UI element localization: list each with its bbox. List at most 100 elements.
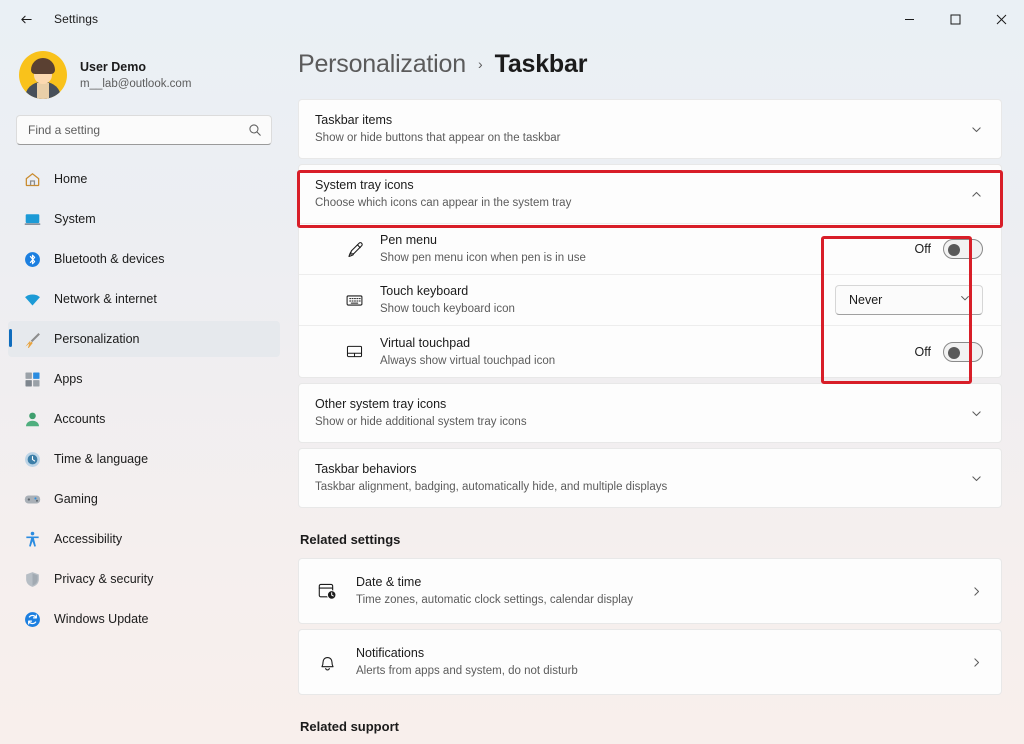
- row-virtual-touchpad: Virtual touchpad Always show virtual tou…: [299, 326, 1001, 377]
- chevron-right-icon: [970, 585, 983, 598]
- pen-menu-toggle[interactable]: [943, 239, 983, 259]
- sidebar-item-label: System: [54, 212, 96, 226]
- gamepad-icon: [24, 491, 41, 508]
- dropdown-value: Never: [849, 293, 882, 307]
- accessibility-icon: [24, 531, 41, 548]
- profile-email: m__lab@outlook.com: [80, 76, 191, 92]
- chevron-right-icon: [970, 656, 983, 669]
- sidebar-item-label: Time & language: [54, 452, 148, 466]
- sidebar: User Demo m__lab@outlook.com Home: [0, 38, 288, 744]
- system-icon: [24, 211, 41, 228]
- shield-icon: [24, 571, 41, 588]
- sidebar-item-windows-update[interactable]: Windows Update: [8, 601, 280, 637]
- sidebar-item-label: Privacy & security: [54, 572, 153, 586]
- app-title: Settings: [54, 12, 98, 26]
- chevron-down-icon: [970, 123, 983, 136]
- bluetooth-icon: [24, 251, 41, 268]
- window-controls: [886, 0, 1024, 38]
- app-shell: User Demo m__lab@outlook.com Home: [0, 38, 1024, 744]
- back-button[interactable]: [8, 4, 44, 34]
- sidebar-item-bluetooth-devices[interactable]: Bluetooth & devices: [8, 241, 280, 277]
- nav-list: Home System Bluetooth: [8, 159, 280, 637]
- card-subtitle: Taskbar alignment, badging, automaticall…: [315, 479, 970, 495]
- card-notifications: Notifications Alerts from apps and syste…: [298, 629, 1002, 695]
- close-icon: [996, 14, 1007, 25]
- card-taskbar-items: Taskbar items Show or hide buttons that …: [298, 99, 1002, 159]
- virtual-touchpad-toggle[interactable]: [943, 342, 983, 362]
- maximize-button[interactable]: [932, 0, 978, 38]
- user-profile[interactable]: User Demo m__lab@outlook.com: [8, 38, 280, 115]
- clock-icon: [24, 451, 41, 468]
- search-icon: [248, 123, 262, 137]
- toggle-state-label: Off: [915, 345, 931, 359]
- sidebar-item-system[interactable]: System: [8, 201, 280, 237]
- sidebar-item-personalization[interactable]: Personalization: [8, 321, 280, 357]
- pen-menu-toggle-group: Off: [915, 239, 983, 259]
- breadcrumb: Personalization › Taskbar: [298, 38, 1002, 99]
- link-date-time[interactable]: Date & time Time zones, automatic clock …: [299, 559, 1001, 623]
- title-bar: Settings: [0, 0, 1024, 38]
- card-taskbar-behaviors: Taskbar behaviors Taskbar alignment, bad…: [298, 448, 1002, 508]
- expander-other-system-tray-icons[interactable]: Other system tray icons Show or hide add…: [299, 384, 1001, 442]
- content-pane: Personalization › Taskbar Taskbar items …: [288, 38, 1024, 744]
- search-input[interactable]: [28, 123, 248, 137]
- sidebar-item-label: Bluetooth & devices: [54, 252, 165, 266]
- sidebar-item-time-language[interactable]: Time & language: [8, 441, 280, 477]
- close-button[interactable]: [978, 0, 1024, 38]
- date-time-icon: [315, 581, 339, 602]
- row-pen-menu: Pen menu Show pen menu icon when pen is …: [299, 224, 1001, 275]
- apps-icon: [24, 371, 41, 388]
- sidebar-item-label: Apps: [54, 372, 83, 386]
- card-subtitle: Show or hide buttons that appear on the …: [315, 130, 970, 146]
- back-arrow-icon: [19, 12, 34, 27]
- sidebar-item-accounts[interactable]: Accounts: [8, 401, 280, 437]
- system-tray-sub-settings: Pen menu Show pen menu icon when pen is …: [299, 223, 1001, 377]
- sidebar-item-label: Home: [54, 172, 87, 186]
- sidebar-item-network-internet[interactable]: Network & internet: [8, 281, 280, 317]
- breadcrumb-separator: ›: [478, 56, 483, 72]
- link-notifications[interactable]: Notifications Alerts from apps and syste…: [299, 630, 1001, 694]
- sub-row-subtitle: Always show virtual touchpad icon: [380, 353, 915, 369]
- breadcrumb-parent[interactable]: Personalization: [298, 50, 466, 79]
- virtual-touchpad-toggle-group: Off: [915, 342, 983, 362]
- sidebar-item-label: Accounts: [54, 412, 105, 426]
- card-title: Taskbar behaviors: [315, 461, 970, 478]
- chevron-up-icon: [970, 188, 983, 201]
- paintbrush-icon: [24, 331, 41, 348]
- update-icon: [24, 611, 41, 628]
- expander-system-tray-icons[interactable]: System tray icons Choose which icons can…: [299, 165, 1001, 223]
- minimize-button[interactable]: [886, 0, 932, 38]
- touch-keyboard-dropdown[interactable]: Never: [835, 285, 983, 315]
- sub-row-subtitle: Show pen menu icon when pen is in use: [380, 250, 915, 266]
- card-system-tray-icons: System tray icons Choose which icons can…: [298, 164, 1002, 378]
- expander-taskbar-items[interactable]: Taskbar items Show or hide buttons that …: [299, 100, 1001, 158]
- card-date-time: Date & time Time zones, automatic clock …: [298, 558, 1002, 624]
- related-support-heading: Related support: [300, 719, 1002, 734]
- expander-taskbar-behaviors[interactable]: Taskbar behaviors Taskbar alignment, bad…: [299, 449, 1001, 507]
- avatar: [19, 51, 67, 99]
- bell-icon: [315, 652, 339, 673]
- sidebar-item-label: Personalization: [54, 332, 139, 346]
- sidebar-item-accessibility[interactable]: Accessibility: [8, 521, 280, 557]
- sidebar-item-privacy-security[interactable]: Privacy & security: [8, 561, 280, 597]
- card-title: Other system tray icons: [315, 396, 970, 413]
- card-other-system-tray-icons: Other system tray icons Show or hide add…: [298, 383, 1002, 443]
- sidebar-item-home[interactable]: Home: [8, 161, 280, 197]
- card-title: System tray icons: [315, 177, 970, 194]
- search-box[interactable]: [16, 115, 272, 145]
- sidebar-item-label: Accessibility: [54, 532, 122, 546]
- related-title: Date & time: [356, 574, 970, 591]
- sub-row-title: Touch keyboard: [380, 283, 835, 300]
- minimize-icon: [904, 14, 915, 25]
- sidebar-item-label: Network & internet: [54, 292, 157, 306]
- sidebar-item-apps[interactable]: Apps: [8, 361, 280, 397]
- sidebar-item-label: Gaming: [54, 492, 98, 506]
- card-subtitle: Show or hide additional system tray icon…: [315, 414, 970, 430]
- chevron-down-icon: [970, 472, 983, 485]
- related-title: Notifications: [356, 645, 970, 662]
- card-title: Taskbar items: [315, 112, 970, 129]
- sidebar-item-gaming[interactable]: Gaming: [8, 481, 280, 517]
- row-touch-keyboard: Touch keyboard Show touch keyboard icon …: [299, 275, 1001, 326]
- related-subtitle: Time zones, automatic clock settings, ca…: [356, 592, 970, 608]
- accounts-icon: [24, 411, 41, 428]
